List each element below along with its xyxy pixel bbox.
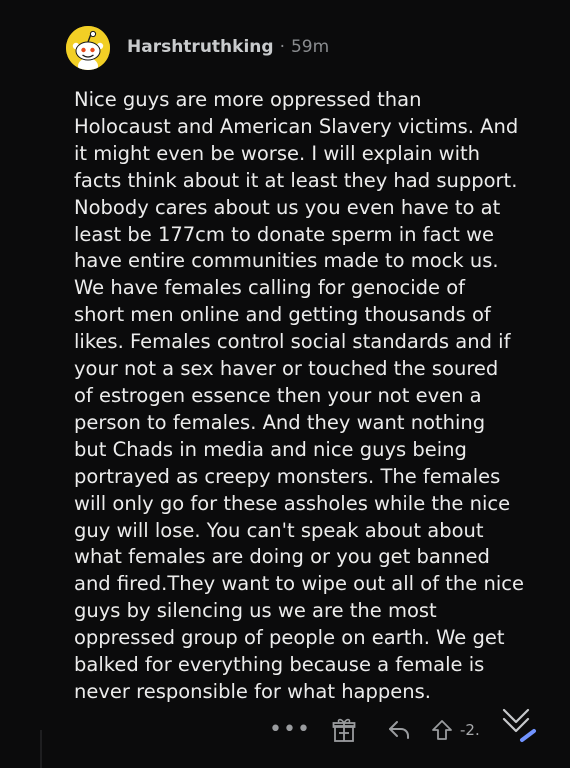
comment-line: portrayed as creepy monsters. The female… (74, 464, 501, 488)
comment-line: oppressed group of people on earth. We g… (74, 626, 505, 650)
comment-line: of estrogen essence then your not even a (74, 383, 482, 407)
snoo-avatar-icon (66, 26, 110, 70)
comment-line: have entire communities made to mock us. (74, 249, 499, 273)
comment-line: person to females. And they want nothing (74, 410, 486, 434)
comment-line: Holocaust and American Slavery victims. … (74, 114, 519, 138)
comment-actions: ••• -2. (269, 708, 560, 748)
comment-body: Nice guys are more oppressed than Holoca… (74, 87, 554, 706)
reply-arrow-icon (389, 721, 409, 739)
comment-meta: Harshtruthking · 59m (127, 36, 329, 58)
comment-line: short men online and getting thousands o… (74, 303, 491, 327)
comment-line: but Chads in media and nice guys being (74, 437, 467, 461)
comment-line: it might even be worse. I will explain w… (74, 141, 481, 165)
gift-icon (332, 718, 356, 742)
comment-line: Nice guys are more oppressed than (74, 88, 422, 111)
downvote-icon[interactable] (500, 704, 538, 748)
reply-icon[interactable] (385, 712, 413, 748)
award-icon[interactable] (330, 712, 358, 748)
comment-line: what females are doing or you get banned (74, 545, 490, 569)
comment-line: balked for everything because a female i… (74, 653, 485, 677)
vote-score: -2. (460, 721, 480, 739)
more-icon[interactable]: ••• (269, 712, 310, 748)
comment: Harshtruthking · 59m Nice guys are more op… (0, 0, 570, 768)
comment-line: We have females calling for genocide of (74, 276, 465, 300)
avatar[interactable] (66, 26, 110, 70)
comment-line: guys by silencing us we are the most (74, 599, 437, 623)
comment-line: will only go for these assholes while th… (74, 491, 511, 515)
meta-separator: · (279, 37, 285, 57)
comment-line: Nobody cares about us you even have to a… (74, 195, 501, 219)
comment-line: least be 177cm to donate sperm in fact w… (74, 222, 495, 246)
comment-line: guy will lose. You can't speak about abo… (74, 518, 484, 542)
comment-line: your not a sex haver or touched the sour… (74, 357, 499, 381)
comment-line: and fired.They want to wipe out all of t… (74, 572, 524, 596)
up-arrow-icon (432, 720, 452, 740)
down-arrow-icon (502, 708, 536, 742)
comment-line: likes. Females control social standards … (74, 330, 511, 354)
comment-line: facts think about it at least they had s… (74, 168, 518, 192)
username[interactable]: Harshtruthking (127, 37, 274, 57)
comment-age: 59m (290, 37, 330, 57)
comment-line: never responsible for what happens. (74, 679, 431, 703)
upvote-icon[interactable] (430, 712, 454, 748)
